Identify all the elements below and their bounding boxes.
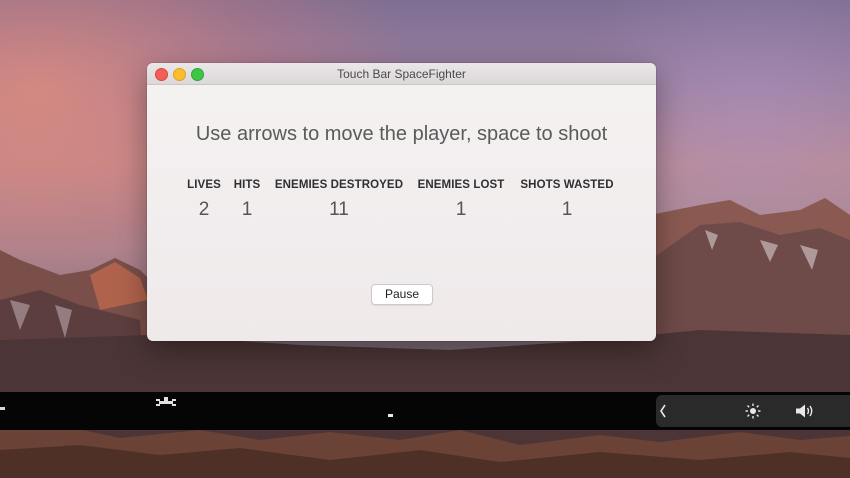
stat-value: 2 [198,199,210,220]
brightness-icon[interactable] [736,395,770,427]
app-window: Touch Bar SpaceFighter Use arrows to mov… [147,63,656,341]
title-bar[interactable]: Touch Bar SpaceFighter [147,63,656,85]
bullet-icon [388,414,393,417]
desktop: Touch Bar SpaceFighter Use arrows to mov… [0,0,850,478]
stat-value: 1 [455,199,467,220]
stat-enemies-destroyed: ENEMIES DESTROYED 11 [271,179,407,221]
player-ship-icon [156,397,176,406]
collapse-chevron-icon[interactable] [656,395,670,427]
control-strip [656,395,850,427]
instructions-text: Use arrows to move the player, space to … [195,123,608,145]
window-title: Touch Bar SpaceFighter [337,67,466,81]
stat-label: HITS [233,179,261,191]
enemy-ship-icon [0,407,5,410]
stat-value: 11 [329,199,349,220]
stat-value: 1 [241,199,253,220]
stat-hits: HITS 1 [231,179,263,221]
stat-shots-wasted: SHOTS WASTED 1 [516,179,618,221]
touch-bar [0,392,850,430]
stat-enemies-lost: ENEMIES LOST 1 [415,179,507,221]
stat-lives: LIVES 2 [185,179,223,221]
stat-label: ENEMIES DESTROYED [274,179,404,191]
pause-button[interactable]: Pause [371,284,433,305]
stat-value: 1 [561,199,573,220]
stat-label: SHOTS WASTED [520,179,614,191]
stat-label: ENEMIES LOST [417,179,505,191]
stat-label: LIVES [187,179,221,191]
volume-icon[interactable] [788,395,822,427]
